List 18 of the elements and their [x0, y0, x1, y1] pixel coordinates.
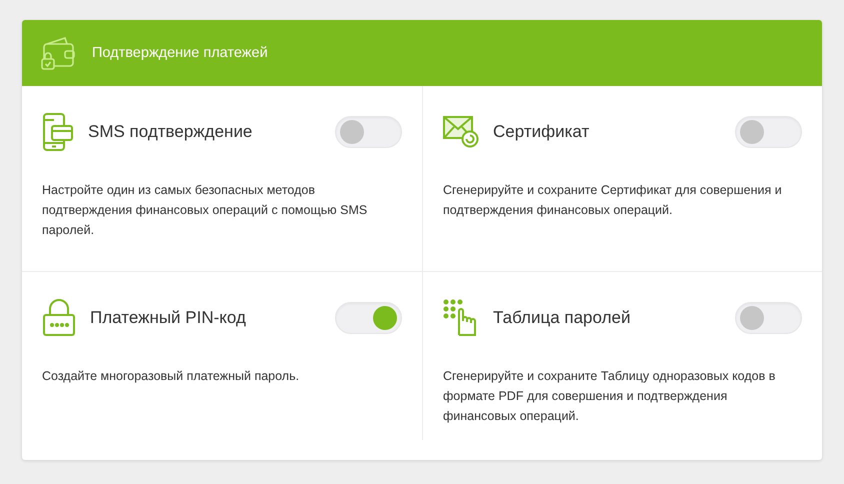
wallet-icon	[41, 36, 77, 70]
panel-title: Подтверждение платежей	[92, 45, 268, 61]
method-description: Сгенерируйте и сохраните Сертификат для совершения и подтверждения финансовых операций.	[443, 182, 783, 219]
phone-card-icon	[42, 113, 74, 151]
method-description: Создайте многоразовый платежный пароль.	[42, 368, 300, 385]
method-title: Таблица паролей	[493, 308, 632, 328]
toggle-switch[interactable]	[335, 116, 402, 148]
toggle-switch[interactable]	[335, 302, 402, 334]
toggle-switch[interactable]	[735, 302, 802, 334]
lock-icon	[42, 299, 76, 337]
method-description: Сгенерируйте и сохраните Таблицу одноразовых кодов в формате PDF для совершения и подтверждения финансовых операций.	[443, 368, 776, 425]
method-description: Настройте один из самых безопасных методов подтверждения финансовых операций с помощью SMS паролей.	[42, 182, 368, 239]
method-title: SMS подтверждение	[88, 122, 254, 142]
method-title: Сертификат	[493, 122, 590, 142]
envelope-icon	[443, 116, 479, 148]
method-title: Платежный PIN-код	[90, 308, 247, 328]
toggle-switch[interactable]	[735, 116, 802, 148]
keypad-hand-icon	[443, 299, 479, 337]
